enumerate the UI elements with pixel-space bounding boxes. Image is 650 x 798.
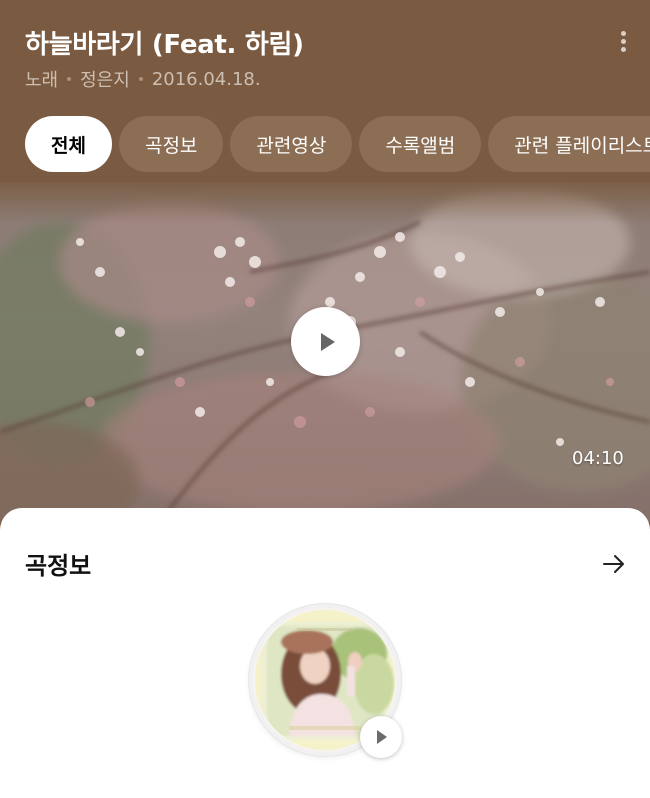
video-duration: 04:10: [572, 448, 624, 469]
separator-dot: [67, 77, 72, 81]
play-icon: [320, 332, 335, 351]
section-title: 곡정보: [25, 552, 92, 580]
tab-related-playlists[interactable]: 관련 플레이리스트: [488, 116, 650, 172]
song-info-more-button[interactable]: [598, 548, 630, 580]
video-play-button[interactable]: [291, 307, 360, 376]
more-dot-icon: [620, 46, 626, 52]
song-release-date: 2016.04.18.: [151, 68, 261, 90]
tab-all[interactable]: 전체: [25, 116, 112, 172]
song-header: 하늘바라기 (Feat. 하림) 노래 정은지 2016.04.18. 전체 곡정…: [0, 0, 650, 182]
arrow-right-icon: [603, 555, 624, 573]
tab-bar: 전체 곡정보 관련영상 수록앨범 관련 플레이리스트: [25, 116, 650, 174]
play-icon: [377, 730, 387, 744]
tab-related-videos[interactable]: 관련영상: [230, 116, 353, 172]
album-play-button[interactable]: [360, 716, 402, 758]
tab-song-info[interactable]: 곡정보: [118, 116, 224, 172]
more-dot-icon: [620, 30, 626, 36]
song-type: 노래: [25, 70, 59, 91]
song-artist[interactable]: 정은지: [80, 66, 130, 92]
video-player[interactable]: 04:10: [0, 182, 650, 522]
separator-dot: [138, 77, 143, 81]
song-meta: 노래 정은지 2016.04.18.: [25, 66, 261, 92]
song-info-sheet: 곡정보: [0, 508, 650, 798]
more-dot-icon: [620, 38, 626, 44]
more-options-button[interactable]: [606, 26, 640, 56]
song-title: 하늘바라기 (Feat. 하림): [25, 30, 304, 60]
tab-album[interactable]: 수록앨범: [359, 116, 482, 172]
